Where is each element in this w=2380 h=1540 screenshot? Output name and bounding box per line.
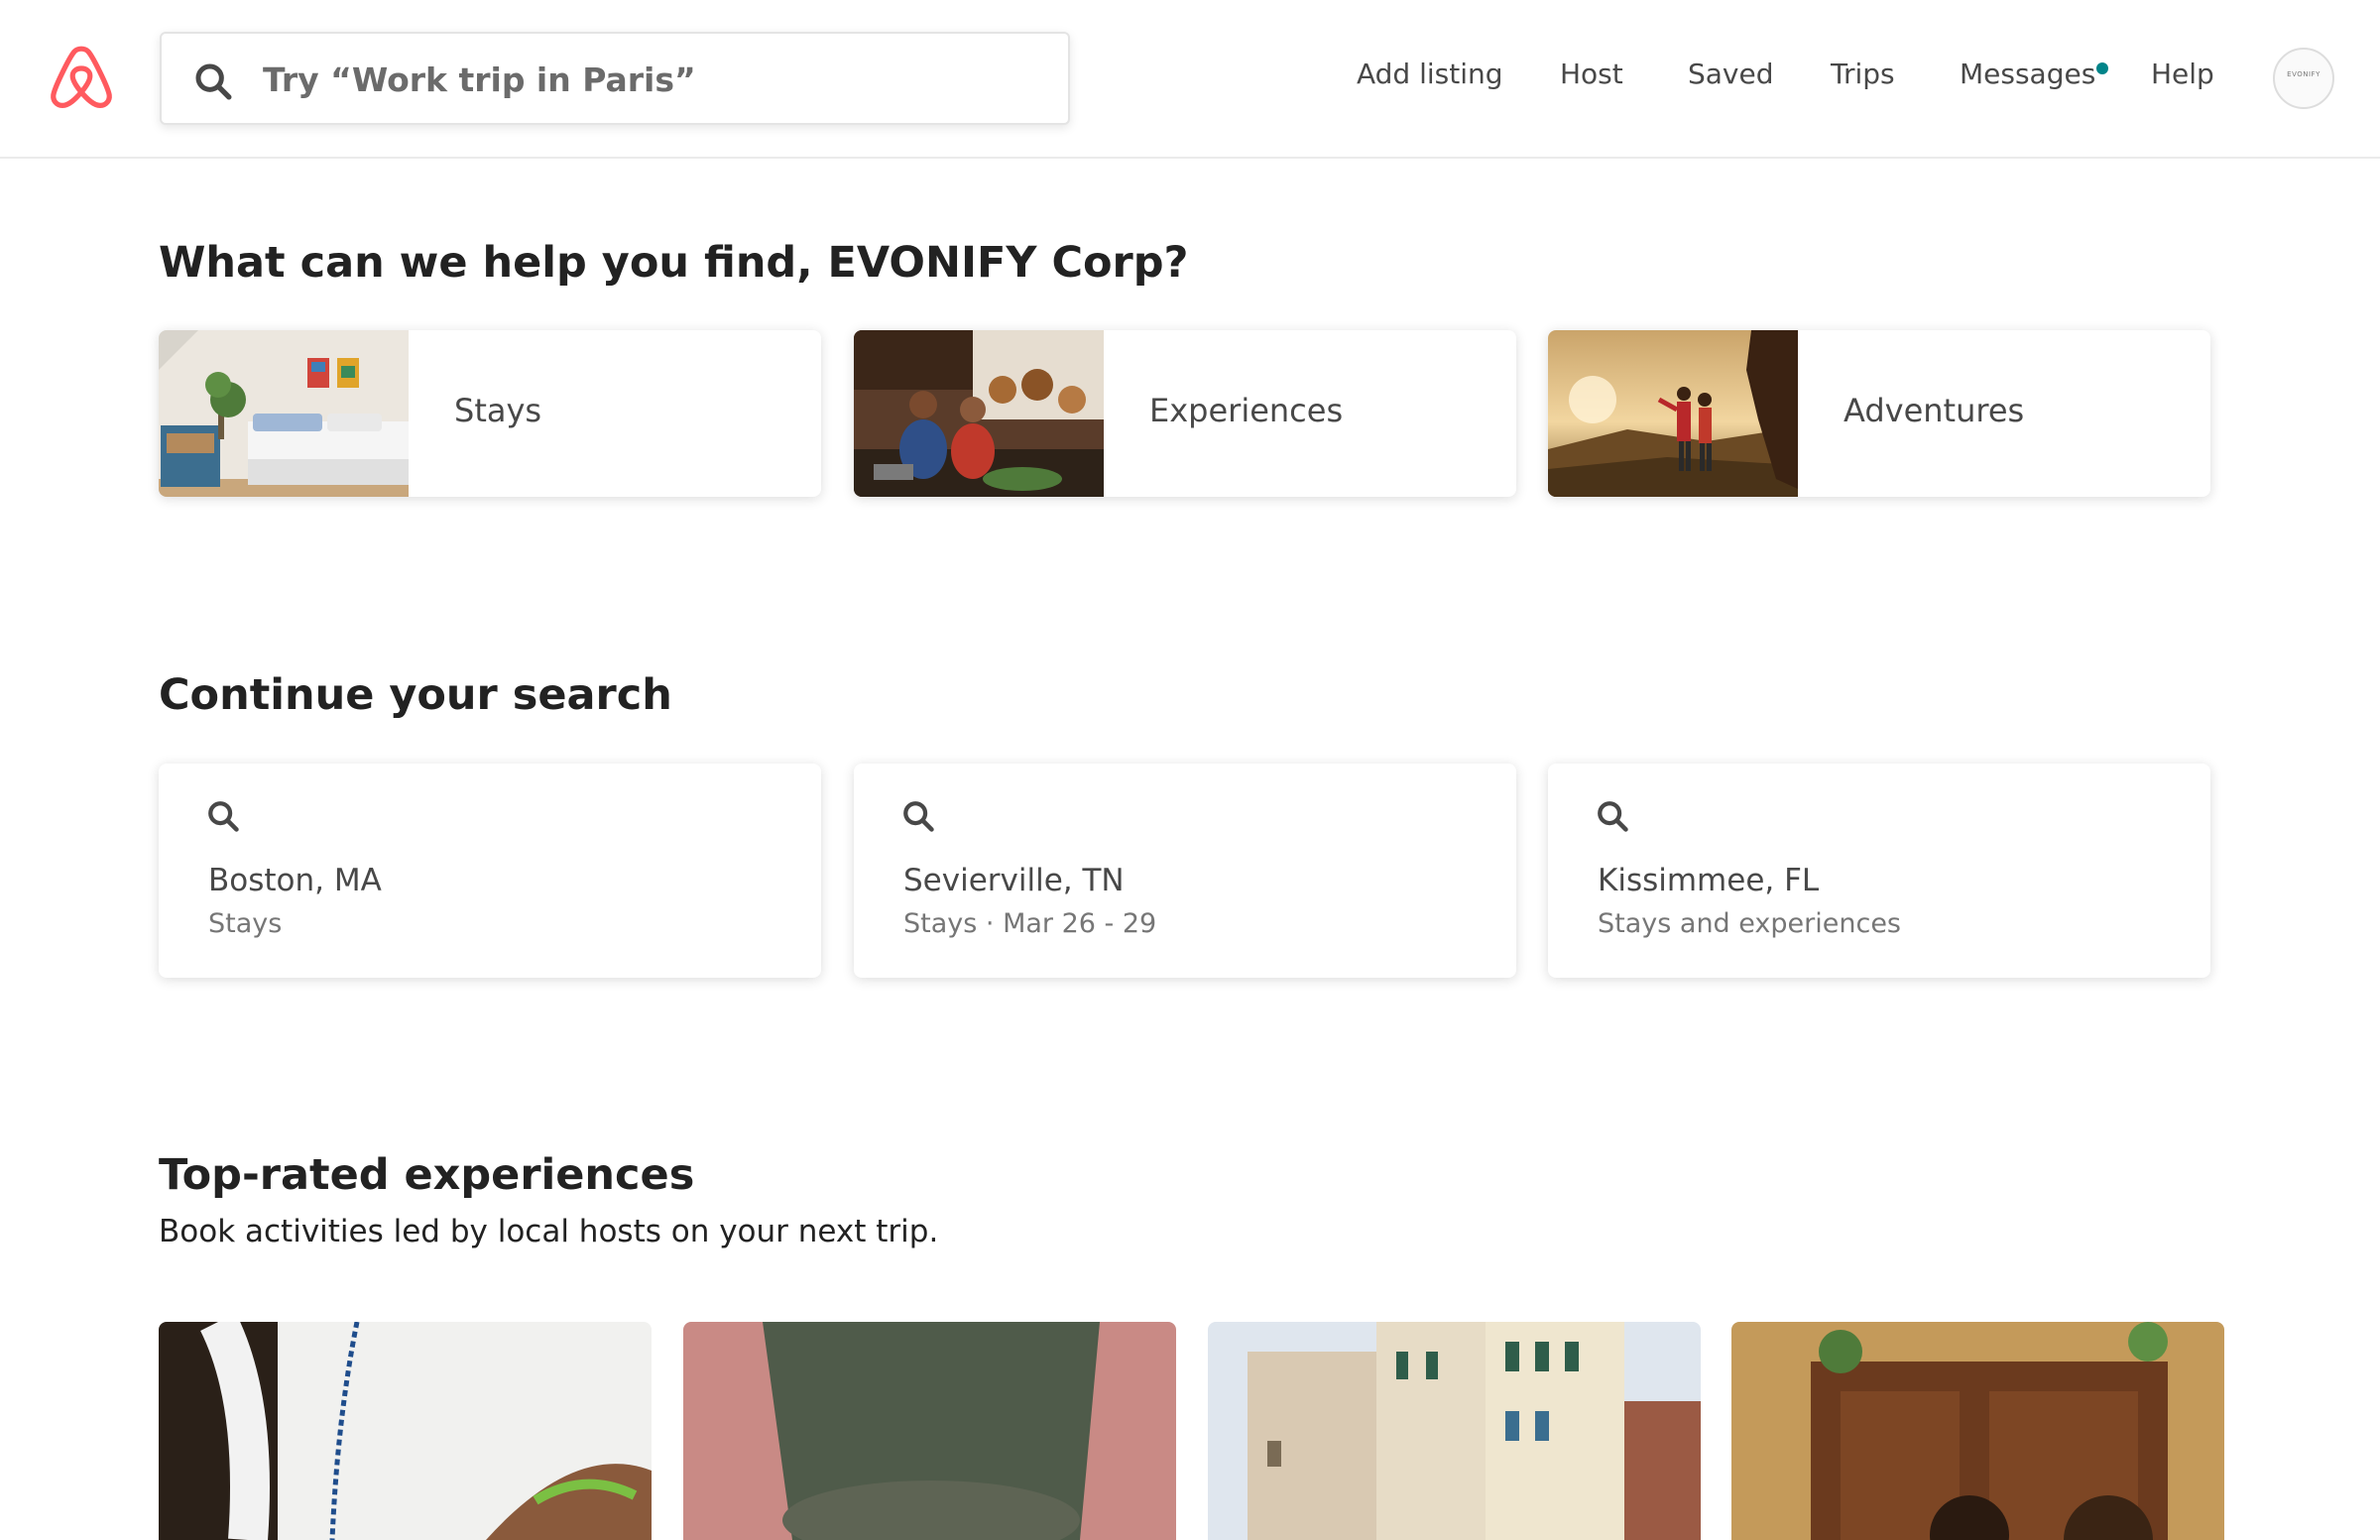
user-avatar[interactable]: EVONIFY [2273,48,2334,109]
category-label: Stays [454,392,542,429]
recent-search-boston[interactable]: Boston, MA Stays [159,764,821,978]
nav-host[interactable]: Host [1560,58,1623,90]
nav-trips[interactable]: Trips [1831,58,1895,90]
beaded-bracelet-photo [159,1322,652,1540]
recent-search-detail: Stays [208,908,283,939]
experience-card[interactable] [1731,1322,2224,1540]
experience-card[interactable] [1208,1322,1701,1540]
kitchen-group-photo [1731,1322,2224,1540]
recent-search-detail: Stays and experiences [1598,908,1901,939]
search-icon [208,801,239,832]
recent-search-place: Boston, MA [208,863,382,898]
continue-title: Continue your search [159,670,672,720]
experiences-subtitle: Book activities led by local hosts on yo… [159,1214,939,1249]
experience-card[interactable] [683,1322,1176,1540]
woodworking-photo [683,1322,1176,1540]
avatar-text: EVONIFY [2287,70,2320,78]
bedroom-photo [159,330,409,497]
nav-help[interactable]: Help [2151,58,2214,90]
recent-search-place: Sevierville, TN [903,863,1125,898]
recent-search-place: Kissimmee, FL [1598,863,1820,898]
messages-notification-dot [2096,62,2108,74]
nav-add-listing[interactable]: Add listing [1357,58,1503,90]
category-card-stays[interactable]: Stays [159,330,821,497]
recent-search-sevierville[interactable]: Sevierville, TN Stays · Mar 26 - 29 [854,764,1516,978]
category-label: Adventures [1844,392,2025,429]
airbnb-logo-icon[interactable] [50,46,113,113]
search-icon [1598,801,1628,832]
experiences-title: Top-rated experiences [159,1150,695,1200]
venice-buildings-photo [1208,1322,1701,1540]
recent-search-kissimmee[interactable]: Kissimmee, FL Stays and experiences [1548,764,2210,978]
search-bar[interactable] [160,32,1070,125]
recent-search-detail: Stays · Mar 26 - 29 [903,908,1157,939]
help-title: What can we help you find, EVONIFY Corp? [159,238,1189,288]
search-icon [903,801,934,832]
nav-messages[interactable]: Messages [1960,58,2095,90]
cooking-class-photo [854,330,1104,497]
search-input[interactable] [263,52,1036,107]
category-card-experiences[interactable]: Experiences [854,330,1516,497]
nav-saved[interactable]: Saved [1688,58,1774,90]
category-card-adventures[interactable]: Adventures [1548,330,2210,497]
experience-card[interactable] [159,1322,652,1540]
category-label: Experiences [1149,392,1344,429]
search-icon [195,63,232,100]
top-header: Add listing Host Saved Trips Messages He… [0,0,2380,159]
hikers-sunset-photo [1548,330,1798,497]
